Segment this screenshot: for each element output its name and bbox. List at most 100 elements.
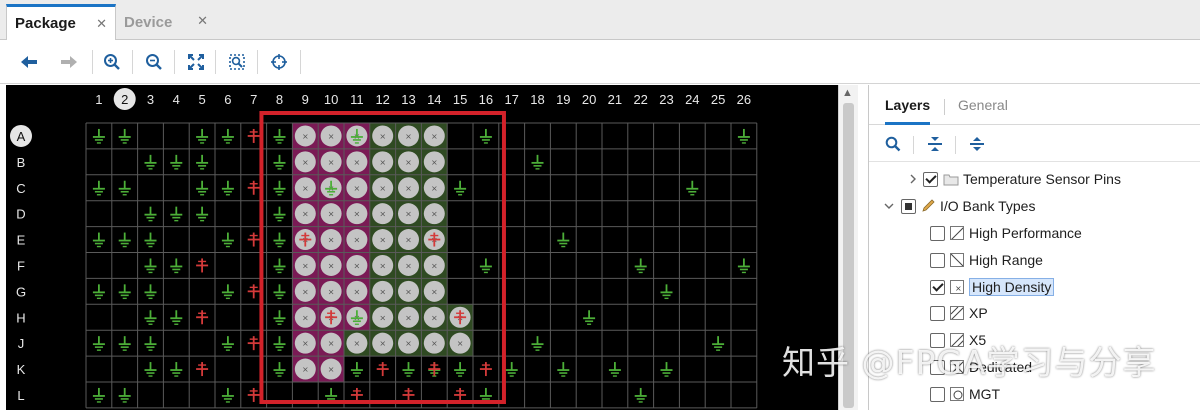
ground-pin[interactable] xyxy=(144,154,157,170)
ground-pin[interactable] xyxy=(737,258,750,274)
ground-pin[interactable] xyxy=(221,180,234,196)
power-pin[interactable] xyxy=(247,284,260,299)
column-label[interactable]: 9 xyxy=(302,92,309,107)
column-label[interactable]: 1 xyxy=(95,92,102,107)
ground-pin[interactable] xyxy=(479,258,492,274)
ground-pin[interactable] xyxy=(557,232,570,248)
ground-pin[interactable] xyxy=(144,310,157,325)
ground-pin[interactable] xyxy=(144,206,157,222)
ground-pin[interactable] xyxy=(608,362,621,377)
ground-pin[interactable] xyxy=(144,258,157,274)
ground-pin[interactable] xyxy=(660,362,673,377)
column-label[interactable]: 12 xyxy=(375,92,389,107)
ground-pin[interactable] xyxy=(196,128,209,144)
power-pin[interactable] xyxy=(402,387,415,402)
ground-pin[interactable] xyxy=(273,284,286,300)
ground-pin[interactable] xyxy=(92,284,105,300)
layer-checkbox[interactable] xyxy=(930,305,945,321)
column-label[interactable]: 20 xyxy=(582,92,596,107)
row-label[interactable]: J xyxy=(18,336,25,351)
zoom-out-icon[interactable] xyxy=(141,49,167,75)
column-label[interactable]: 14 xyxy=(427,92,441,107)
column-label[interactable]: 23 xyxy=(659,92,673,107)
back-arrow-icon[interactable] xyxy=(16,49,42,75)
ground-pin[interactable] xyxy=(583,310,596,325)
layer-item-high-range[interactable]: High Range xyxy=(930,248,1043,272)
ground-pin[interactable] xyxy=(144,284,157,300)
column-label[interactable]: 2 xyxy=(121,92,128,107)
ground-pin[interactable] xyxy=(118,232,131,248)
ground-pin[interactable] xyxy=(92,232,105,248)
package-view[interactable]: 1 2 3 4 5 6 7 8 9 10 11 12 13 14 15 16 17 18 19 20 21 22 23 24 2… xyxy=(6,85,838,410)
ground-pin[interactable] xyxy=(634,258,647,274)
row-label[interactable]: H xyxy=(16,310,25,325)
row-label[interactable]: G xyxy=(16,284,26,299)
layer-checkbox[interactable] xyxy=(930,252,945,268)
column-label[interactable]: 17 xyxy=(504,92,518,107)
ground-pin[interactable] xyxy=(531,154,544,170)
ground-pin[interactable] xyxy=(118,336,131,351)
column-label[interactable]: 24 xyxy=(685,92,699,107)
ground-pin[interactable] xyxy=(92,387,105,403)
power-pin[interactable] xyxy=(247,387,260,402)
ground-pin[interactable] xyxy=(479,128,492,144)
ground-pin[interactable] xyxy=(196,154,209,170)
package-pin-grid[interactable]: 1 2 3 4 5 6 7 8 9 10 11 12 13 14 15 16 17 18 19 20 21 22 23 24 2… xyxy=(6,85,838,410)
power-pin[interactable] xyxy=(247,336,260,351)
tab-device[interactable]: Device ✕ xyxy=(116,4,216,40)
ground-pin[interactable] xyxy=(92,336,105,351)
column-label[interactable]: 10 xyxy=(324,92,338,107)
ground-pin[interactable] xyxy=(170,362,183,377)
power-pin[interactable] xyxy=(376,362,389,377)
layer-item-xp[interactable]: XP xyxy=(930,301,988,325)
ground-pin[interactable] xyxy=(454,362,467,377)
row-label[interactable]: K xyxy=(17,362,26,377)
ground-pin[interactable] xyxy=(118,180,131,196)
column-label[interactable]: 8 xyxy=(276,92,283,107)
ground-pin[interactable] xyxy=(92,128,105,144)
ground-pin[interactable] xyxy=(196,180,209,196)
zoom-fit-icon[interactable] xyxy=(183,49,209,75)
column-label[interactable]: 22 xyxy=(633,92,647,107)
ground-pin[interactable] xyxy=(531,336,544,351)
tab-package[interactable]: Package ✕ xyxy=(6,4,116,40)
ground-pin[interactable] xyxy=(273,206,286,222)
layer-checkbox[interactable] xyxy=(930,386,945,402)
ground-pin[interactable] xyxy=(170,206,183,222)
ground-pin[interactable] xyxy=(92,180,105,196)
ground-pin[interactable] xyxy=(634,387,647,403)
crosshair-icon[interactable] xyxy=(266,49,292,75)
ground-pin[interactable] xyxy=(737,128,750,144)
zoom-in-icon[interactable] xyxy=(99,49,125,75)
layer-item-high-density[interactable]: × High Density xyxy=(930,275,1055,299)
layer-item-io-bank-types[interactable]: I/O Bank Types xyxy=(884,194,1035,218)
ground-pin[interactable] xyxy=(273,128,286,144)
power-pin[interactable] xyxy=(196,362,209,377)
ground-pin[interactable] xyxy=(273,258,286,274)
layer-checkbox[interactable] xyxy=(901,198,916,214)
row-label[interactable]: E xyxy=(17,233,26,248)
scroll-up-icon[interactable]: ▲ xyxy=(842,87,853,99)
tab-layers[interactable]: Layers xyxy=(885,97,931,125)
power-pin[interactable] xyxy=(247,180,260,195)
column-label[interactable]: 18 xyxy=(530,92,544,107)
ground-pin[interactable] xyxy=(273,232,286,248)
column-label[interactable]: 19 xyxy=(556,92,570,107)
ground-pin[interactable] xyxy=(118,284,131,300)
ground-pin[interactable] xyxy=(170,310,183,325)
row-label[interactable]: C xyxy=(16,181,25,196)
ground-pin[interactable] xyxy=(118,128,131,144)
column-label[interactable]: 6 xyxy=(224,92,231,107)
ground-pin[interactable] xyxy=(221,128,234,144)
layer-checkbox[interactable] xyxy=(930,279,945,295)
row-label[interactable]: L xyxy=(17,388,24,403)
column-label[interactable]: 11 xyxy=(350,92,364,107)
ground-pin[interactable] xyxy=(557,362,570,377)
row-label[interactable]: F xyxy=(17,258,25,273)
layer-item-temperature-sensor-pins[interactable]: Temperature Sensor Pins xyxy=(910,167,1121,191)
column-label[interactable]: 21 xyxy=(608,92,622,107)
power-pin[interactable] xyxy=(428,362,441,377)
ground-pin[interactable] xyxy=(170,258,183,274)
expand-all-icon[interactable] xyxy=(967,134,987,154)
ground-pin[interactable] xyxy=(144,336,157,351)
